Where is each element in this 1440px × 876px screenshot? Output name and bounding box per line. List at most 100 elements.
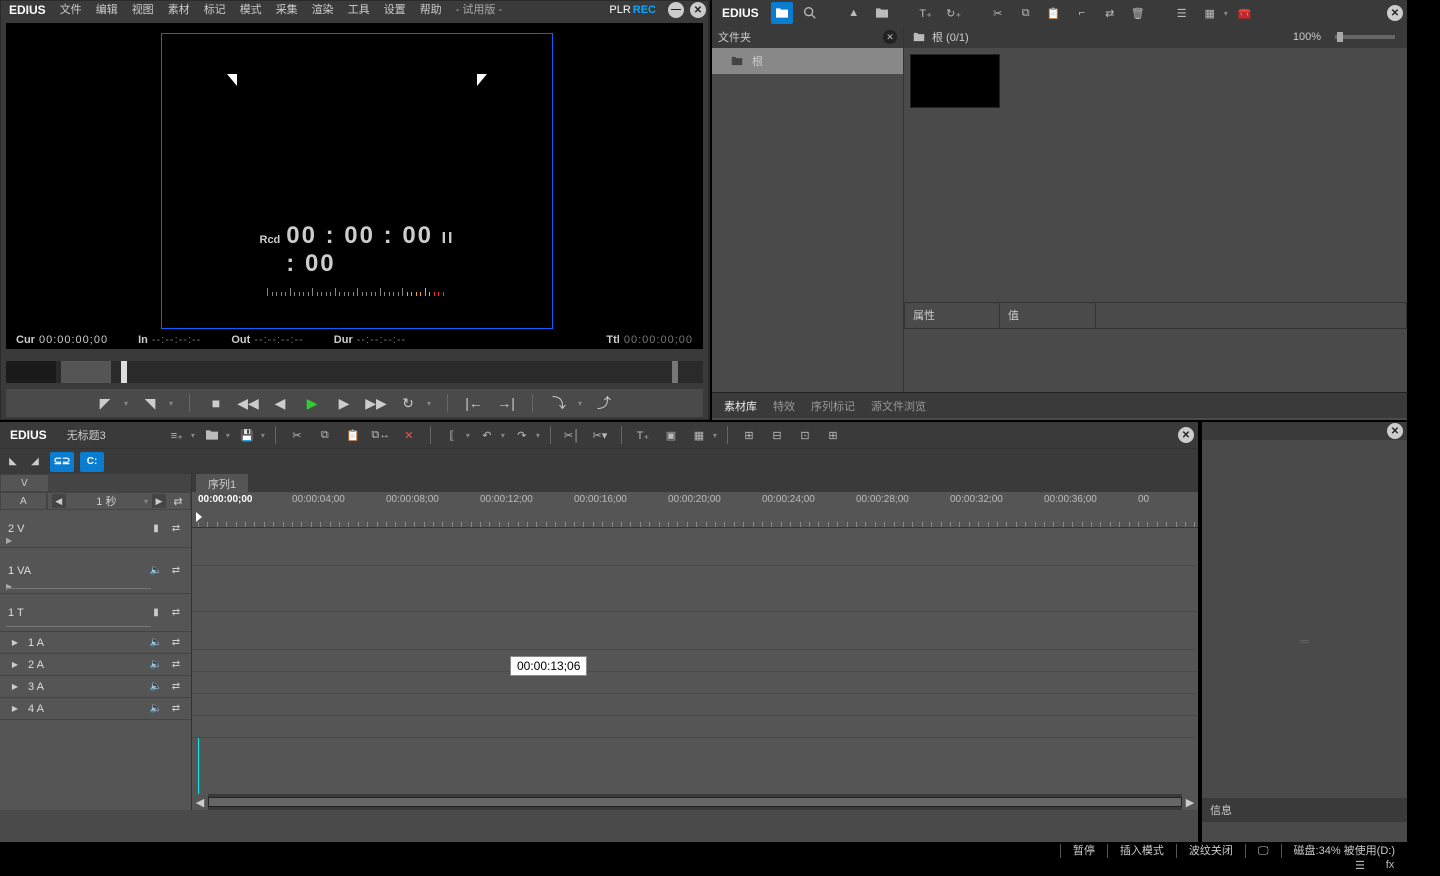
timeline-scale-dropdown[interactable]: 1 秒 xyxy=(70,493,143,509)
tl-ripple-icon[interactable]: ⟦ xyxy=(441,424,463,446)
cur-value[interactable]: 00:00:00;00 xyxy=(39,334,108,346)
tl-transition-icon[interactable]: ▣ xyxy=(660,424,682,446)
speaker-icon[interactable]: 🔈 xyxy=(149,565,163,576)
expand-icon[interactable]: ▶ xyxy=(8,682,22,691)
menu-mode[interactable]: 模式 xyxy=(234,1,268,19)
prev-frame-button[interactable]: ◀ xyxy=(270,393,290,413)
next-frame-button[interactable]: ▶ xyxy=(334,393,354,413)
tl-proxy-icon[interactable]: ⊡ xyxy=(794,424,816,446)
tl-render-icon[interactable]: ⊞ xyxy=(738,424,760,446)
tab-source-browser[interactable]: 源文件浏览 xyxy=(863,394,934,418)
scroll-right-icon[interactable]: ▶ xyxy=(1182,794,1198,810)
bin-zoom-slider[interactable] xyxy=(1335,35,1395,39)
timeline-ruler[interactable]: 00:00:00;0000:00:04;0000:00:08;0000:00:1… xyxy=(192,492,1198,528)
audio-patch-button[interactable]: A xyxy=(0,492,47,510)
speaker-icon[interactable]: 🔈 xyxy=(149,703,163,714)
set-in-button[interactable]: ◤ xyxy=(95,393,115,413)
track-lock-icon[interactable]: ▮ xyxy=(149,523,163,534)
track-sync-icon[interactable]: ⇄ xyxy=(169,565,183,576)
overwrite-mode-button[interactable]: C: xyxy=(80,452,104,472)
insert-mode-button[interactable]: ⊆⊇ xyxy=(50,452,74,472)
grip-icon[interactable]: ═ xyxy=(1202,634,1407,650)
tab-bin[interactable]: 素材库 xyxy=(716,394,765,418)
folder-close-icon[interactable]: ✕ xyxy=(883,30,897,44)
open-folder-icon[interactable] xyxy=(871,2,893,24)
track-header-3a[interactable]: ▶3 A🔈⇄ xyxy=(0,676,191,698)
ttl-value[interactable]: 00:00:00;00 xyxy=(624,334,693,346)
thumbnail-view-icon[interactable]: ▦ xyxy=(1199,2,1221,24)
copy-icon[interactable]: ⧉ xyxy=(1015,2,1037,24)
close-button[interactable] xyxy=(690,2,706,18)
tl-razor-icon[interactable]: ✂│ xyxy=(561,424,583,446)
cut-icon[interactable]: ✂ xyxy=(987,2,1009,24)
tl-undo-icon[interactable]: ↶ xyxy=(476,424,498,446)
info-close-button[interactable] xyxy=(1387,423,1403,439)
clip-thumbnail[interactable] xyxy=(910,54,1000,108)
track-lock-icon[interactable]: ▮ xyxy=(149,607,163,618)
track-header-1va[interactable]: 1 VA🔈⇄▶ xyxy=(0,548,191,594)
send-to-monitor-icon[interactable]: ⌐ xyxy=(1071,2,1093,24)
new-seq-icon[interactable]: ≡₊ xyxy=(166,424,188,446)
status-monitor-icon[interactable]: 🖵 xyxy=(1245,844,1281,858)
tl-redo-icon[interactable]: ↷ xyxy=(511,424,533,446)
tl-trim-icon[interactable]: ✂▾ xyxy=(589,424,611,446)
tl-mode-trim-icon[interactable]: ◢ xyxy=(26,453,44,471)
tl-layout-icon[interactable]: ▦ xyxy=(688,424,710,446)
in-point-flag-icon[interactable] xyxy=(196,512,202,522)
recorder-mode-label[interactable]: REC xyxy=(633,4,656,16)
menu-capture[interactable]: 采集 xyxy=(270,1,304,19)
expand-icon[interactable]: ▶ xyxy=(6,536,12,545)
next-edit-button[interactable]: →| xyxy=(496,393,516,413)
up-arrow-icon[interactable]: ▲ xyxy=(843,2,865,24)
overwrite-to-timeline-button[interactable]: ⤴ xyxy=(594,393,614,413)
track-sync-icon[interactable]: ⇄ xyxy=(169,637,183,648)
minimize-button[interactable] xyxy=(668,2,684,18)
loop-button[interactable]: ↻ xyxy=(398,393,418,413)
search-icon[interactable] xyxy=(799,2,821,24)
tl-batch-icon[interactable]: ⊞ xyxy=(822,424,844,446)
tl-cut-icon[interactable]: ✂ xyxy=(286,424,308,446)
track-sync-icon[interactable]: ⇄ xyxy=(169,659,183,670)
transfer-icon[interactable]: ⇄ xyxy=(170,495,186,508)
paste-icon[interactable]: 📋 xyxy=(1043,2,1065,24)
tl-copy-icon[interactable]: ⧉ xyxy=(314,424,336,446)
insert-to-timeline-button[interactable]: ⤵ xyxy=(549,393,569,413)
tl-delete-icon[interactable]: ✕ xyxy=(398,424,420,446)
tl-multicam-icon[interactable]: ⊟ xyxy=(766,424,788,446)
fast-forward-button[interactable]: ▶▶ xyxy=(366,393,386,413)
scale-prev-button[interactable]: ◀ xyxy=(52,494,66,508)
track-header-2v[interactable]: 2 V▮⇄▶ xyxy=(0,510,191,548)
menu-marker[interactable]: 标记 xyxy=(198,1,232,19)
delete-icon[interactable]: 🗑 xyxy=(1127,2,1149,24)
timeline-track-area[interactable]: 序列1 00:00:00;0000:00:04;0000:00:08;0000:… xyxy=(192,474,1198,810)
track-sync-icon[interactable]: ⇄ xyxy=(169,703,183,714)
tl-title-icon[interactable]: T₊ xyxy=(632,424,654,446)
set-out-button[interactable]: ◥ xyxy=(140,393,160,413)
bin-close-button[interactable] xyxy=(1387,5,1403,21)
tab-info[interactable]: 信息 xyxy=(1210,802,1232,818)
bin-thumbnail-area[interactable] xyxy=(904,48,1407,128)
track-sync-icon[interactable]: ⇄ xyxy=(169,523,183,534)
menu-settings[interactable]: 设置 xyxy=(378,1,412,19)
sequence-tab[interactable]: 序列1 xyxy=(196,474,248,494)
menu-help[interactable]: 帮助 xyxy=(414,1,448,19)
position-bar[interactable] xyxy=(6,361,703,383)
track-header-4a[interactable]: ▶4 A🔈⇄ xyxy=(0,698,191,720)
dur-value[interactable]: --:--:--:-- xyxy=(357,334,406,346)
expand-icon[interactable]: ▶ xyxy=(6,582,12,591)
track-sync-icon[interactable]: ⇄ xyxy=(169,681,183,692)
tl-mode-normal-icon[interactable]: ◣ xyxy=(4,453,22,471)
tl-replace-icon[interactable]: ⧉↔ xyxy=(370,424,392,446)
video-patch-button[interactable]: V xyxy=(0,474,49,492)
expand-icon[interactable]: ▶ xyxy=(8,660,22,669)
tab-seq-markers[interactable]: 序列标记 xyxy=(803,394,863,418)
speaker-icon[interactable]: 🔈 xyxy=(149,637,163,648)
tab-effects[interactable]: 特效 xyxy=(765,394,803,418)
expand-icon[interactable]: ▶ xyxy=(8,704,22,713)
menu-file[interactable]: 文件 xyxy=(54,1,88,19)
speaker-icon[interactable]: 🔈 xyxy=(149,681,163,692)
track-header-2a[interactable]: ▶2 A🔈⇄ xyxy=(0,654,191,676)
rewind-button[interactable]: ◀◀ xyxy=(238,393,258,413)
timeline-h-scrollbar[interactable]: ◀ ▶ xyxy=(192,794,1198,810)
folder-icon[interactable] xyxy=(771,2,793,24)
